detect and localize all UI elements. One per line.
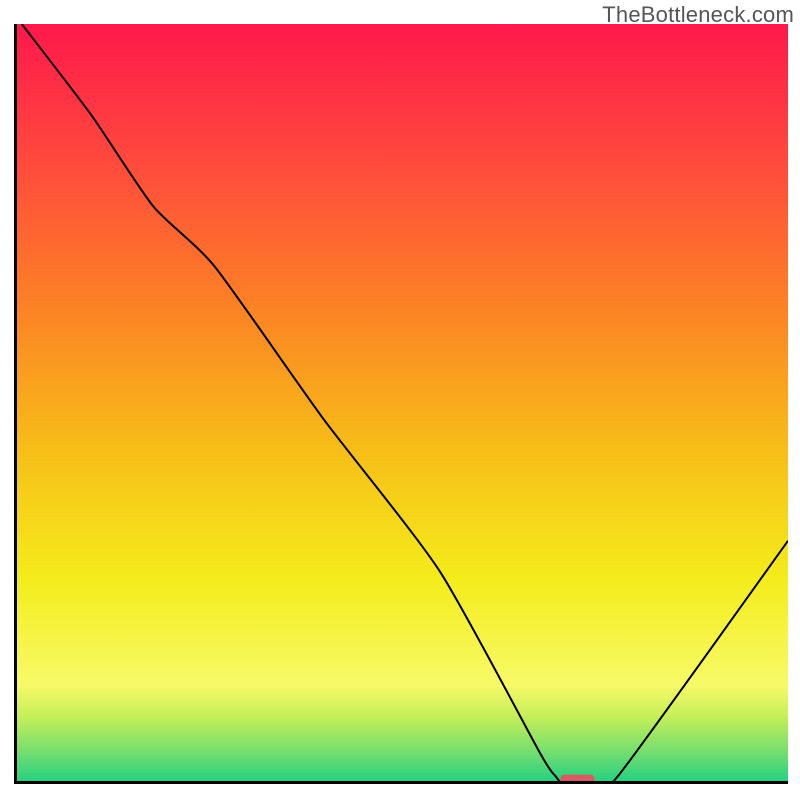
watermark-text: TheBottleneck.com (602, 2, 794, 28)
gradient-background (14, 24, 788, 784)
chart-plot (14, 24, 788, 784)
chart-svg (14, 24, 788, 784)
chart-container: TheBottleneck.com (0, 0, 800, 800)
